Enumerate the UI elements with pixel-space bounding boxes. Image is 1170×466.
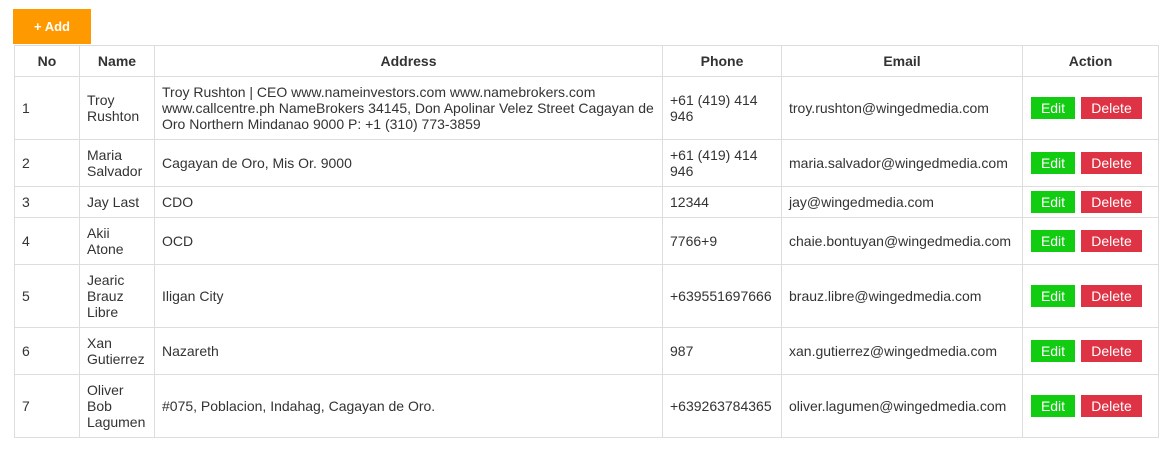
cell-no: 7 <box>14 374 80 438</box>
delete-button[interactable]: Delete <box>1081 340 1142 362</box>
cell-email: jay@wingedmedia.com <box>781 186 1023 218</box>
cell-email: maria.salvador@wingedmedia.com <box>781 139 1023 187</box>
contacts-table: No Name Address Phone Email Action 1 Tro… <box>14 45 1159 438</box>
cell-address: Iligan City <box>154 264 663 328</box>
cell-address: OCD <box>154 217 663 265</box>
table-row: 7 Oliver Bob Lagumen #075, Poblacion, In… <box>14 374 1159 438</box>
edit-button[interactable]: Edit <box>1031 191 1075 213</box>
column-header-no: No <box>14 45 80 77</box>
cell-action: Edit Delete <box>1022 76 1159 140</box>
cell-name: Maria Salvador <box>79 139 155 187</box>
cell-phone: +61 (419) 414 946 <box>662 76 782 140</box>
cell-no: 2 <box>14 139 80 187</box>
page: + Add No Name Address Phone Email Action… <box>0 0 1170 466</box>
cell-name: Oliver Bob Lagumen <box>79 374 155 438</box>
delete-button[interactable]: Delete <box>1081 285 1142 307</box>
cell-address: Cagayan de Oro, Mis Or. 9000 <box>154 139 663 187</box>
delete-button[interactable]: Delete <box>1081 97 1142 119</box>
column-header-email: Email <box>781 45 1023 77</box>
add-button[interactable]: + Add <box>13 9 91 44</box>
delete-button[interactable]: Delete <box>1081 152 1142 174</box>
edit-button[interactable]: Edit <box>1031 152 1075 174</box>
cell-phone: 7766+9 <box>662 217 782 265</box>
cell-no: 6 <box>14 327 80 375</box>
cell-email: xan.gutierrez@wingedmedia.com <box>781 327 1023 375</box>
column-header-name: Name <box>79 45 155 77</box>
cell-address: Troy Rushton | CEO www.nameinvestors.com… <box>154 76 663 140</box>
cell-no: 5 <box>14 264 80 328</box>
cell-action: Edit Delete <box>1022 217 1159 265</box>
cell-phone: +61 (419) 414 946 <box>662 139 782 187</box>
edit-button[interactable]: Edit <box>1031 230 1075 252</box>
cell-address: CDO <box>154 186 663 218</box>
cell-name: Xan Gutierrez <box>79 327 155 375</box>
cell-no: 3 <box>14 186 80 218</box>
cell-address: Nazareth <box>154 327 663 375</box>
edit-button[interactable]: Edit <box>1031 285 1075 307</box>
cell-action: Edit Delete <box>1022 374 1159 438</box>
cell-name: Troy Rushton <box>79 76 155 140</box>
column-header-action: Action <box>1022 45 1159 77</box>
cell-phone: 987 <box>662 327 782 375</box>
column-header-phone: Phone <box>662 45 782 77</box>
cell-phone: +639551697666 <box>662 264 782 328</box>
table-row: 1 Troy Rushton Troy Rushton | CEO www.na… <box>14 76 1159 140</box>
delete-button[interactable]: Delete <box>1081 191 1142 213</box>
table-row: 3 Jay Last CDO 12344 jay@wingedmedia.com… <box>14 186 1159 218</box>
cell-email: chaie.bontuyan@wingedmedia.com <box>781 217 1023 265</box>
cell-email: oliver.lagumen@wingedmedia.com <box>781 374 1023 438</box>
cell-action: Edit Delete <box>1022 327 1159 375</box>
table-row: 5 Jearic Brauz Libre Iligan City +639551… <box>14 264 1159 328</box>
cell-address: #075, Poblacion, Indahag, Cagayan de Oro… <box>154 374 663 438</box>
delete-button[interactable]: Delete <box>1081 395 1142 417</box>
cell-phone: +639263784365 <box>662 374 782 438</box>
table-row: 2 Maria Salvador Cagayan de Oro, Mis Or.… <box>14 139 1159 187</box>
cell-name: Jearic Brauz Libre <box>79 264 155 328</box>
edit-button[interactable]: Edit <box>1031 340 1075 362</box>
cell-email: troy.rushton@wingedmedia.com <box>781 76 1023 140</box>
cell-email: brauz.libre@wingedmedia.com <box>781 264 1023 328</box>
edit-button[interactable]: Edit <box>1031 395 1075 417</box>
table-header-row: No Name Address Phone Email Action <box>14 45 1159 77</box>
table-row: 6 Xan Gutierrez Nazareth 987 xan.gutierr… <box>14 327 1159 375</box>
cell-action: Edit Delete <box>1022 186 1159 218</box>
cell-phone: 12344 <box>662 186 782 218</box>
cell-action: Edit Delete <box>1022 264 1159 328</box>
cell-name: Jay Last <box>79 186 155 218</box>
cell-no: 1 <box>14 76 80 140</box>
cell-action: Edit Delete <box>1022 139 1159 187</box>
table-row: 4 Akii Atone OCD 7766+9 chaie.bontuyan@w… <box>14 217 1159 265</box>
edit-button[interactable]: Edit <box>1031 97 1075 119</box>
column-header-address: Address <box>154 45 663 77</box>
cell-name: Akii Atone <box>79 217 155 265</box>
delete-button[interactable]: Delete <box>1081 230 1142 252</box>
cell-no: 4 <box>14 217 80 265</box>
